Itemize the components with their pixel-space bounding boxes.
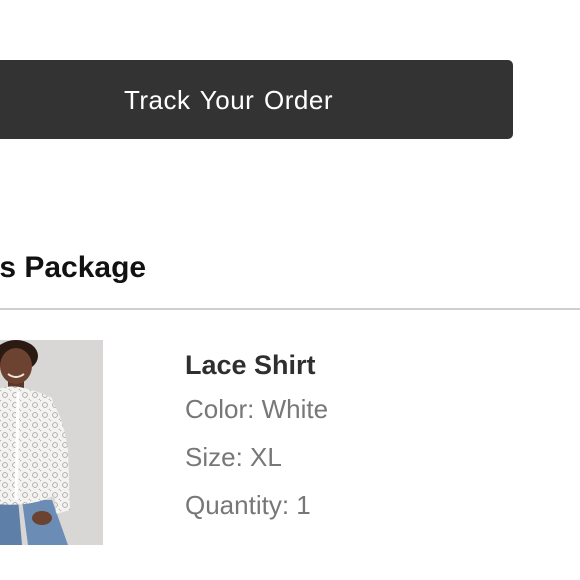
track-order-button-label: Track Your Order — [123, 85, 333, 115]
order-confirmation-page: Track Your Order is Package Lace Shirt C… — [0, 0, 580, 580]
product-name: Lace Shirt — [185, 350, 316, 380]
product-image — [0, 340, 103, 545]
package-heading: is Package — [0, 251, 147, 284]
product-quantity: Quantity: 1 — [185, 490, 311, 520]
product-size: Size: XL — [185, 442, 282, 472]
product-color: Color: White — [185, 394, 329, 424]
section-divider — [0, 308, 580, 310]
track-order-button[interactable]: Track Your Order — [0, 60, 513, 139]
product-details: Lace Shirt Color: White Size: XL Quantit… — [185, 345, 328, 529]
